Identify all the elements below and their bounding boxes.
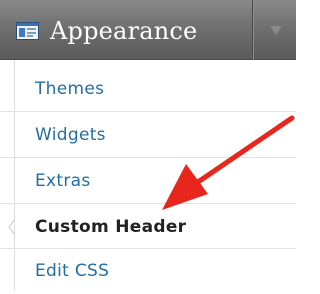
chevron-down-icon <box>270 26 282 35</box>
submenu-item-label: Extras <box>35 171 91 191</box>
header-divider <box>252 0 253 60</box>
menu-title-area[interactable]: Appearance <box>0 0 252 60</box>
appearance-icon <box>16 22 39 40</box>
appearance-submenu: Themes Widgets Extras Custom Header Edit… <box>0 60 296 291</box>
submenu-item-themes[interactable]: Themes <box>0 66 296 112</box>
submenu-item-custom-header[interactable]: Custom Header <box>0 203 296 249</box>
submenu-item-widgets[interactable]: Widgets <box>0 112 296 158</box>
submenu-item-extras[interactable]: Extras <box>0 158 296 204</box>
submenu-item-label: Custom Header <box>35 217 187 237</box>
menu-toggle-button[interactable] <box>254 0 296 60</box>
submenu-item-edit-css[interactable]: Edit CSS <box>0 248 296 294</box>
submenu-item-label: Widgets <box>35 125 106 145</box>
current-item-pointer-icon <box>8 219 16 235</box>
submenu-item-label: Themes <box>35 79 105 99</box>
submenu-item-label: Edit CSS <box>35 261 110 281</box>
menu-header[interactable]: Appearance <box>0 0 296 60</box>
menu-title: Appearance <box>50 17 198 45</box>
